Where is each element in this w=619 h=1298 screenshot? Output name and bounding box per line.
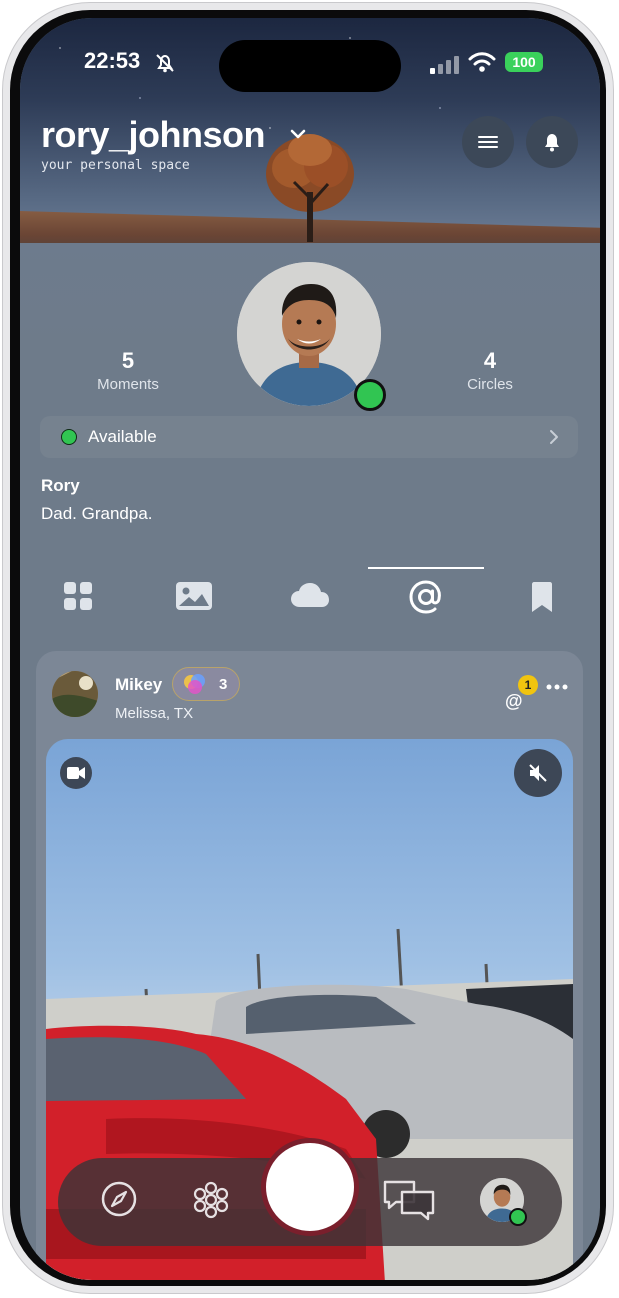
video-camera-icon	[67, 767, 85, 779]
tab-mentions[interactable]	[368, 563, 484, 623]
circles-label: Circles	[467, 376, 513, 393]
availability-label: Available	[88, 427, 157, 446]
circle-count: 3	[219, 676, 228, 693]
profile-tagline: your personal space	[41, 158, 190, 173]
mute-button[interactable]	[514, 749, 562, 797]
notifications-button[interactable]	[526, 116, 578, 168]
tab-grid[interactable]	[20, 563, 136, 623]
circles-stat[interactable]: 4 Circles	[430, 348, 550, 393]
capture-button-inner	[273, 1150, 347, 1224]
availability-dot	[61, 429, 77, 445]
circle-pill[interactable]: 3	[172, 667, 240, 701]
wifi-icon	[468, 52, 496, 72]
circles-icon	[184, 674, 205, 694]
tab-cloud[interactable]	[252, 563, 368, 623]
silent-mode-icon	[156, 54, 174, 73]
tab-saved[interactable]	[484, 563, 600, 623]
chat-icon[interactable]	[382, 1178, 436, 1222]
profile-tabs	[20, 563, 600, 623]
compass-icon[interactable]	[100, 1180, 138, 1218]
screen: 22:53 100 rory_johnson your personal spa…	[20, 18, 600, 1280]
moments-label: Moments	[97, 376, 159, 393]
moments-stat[interactable]: 5 Moments	[68, 348, 188, 393]
mention-badge: 1	[518, 675, 538, 695]
hamburger-icon	[478, 136, 498, 148]
bell-icon	[545, 134, 559, 152]
profile-name: Rory	[41, 476, 80, 495]
cellular-signal-icon	[430, 56, 459, 74]
capture-button[interactable]	[261, 1138, 359, 1236]
post-author-avatar[interactable]	[52, 671, 98, 717]
at-sign-icon	[409, 580, 441, 614]
chevron-right-icon	[550, 430, 558, 444]
nav-online-dot	[509, 1208, 527, 1226]
cloud-icon	[291, 583, 329, 607]
mention-icon[interactable]: @	[505, 691, 523, 712]
chevron-down-icon[interactable]	[290, 128, 306, 140]
status-time: 22:53	[84, 48, 141, 73]
online-status-dot	[354, 379, 386, 411]
grid-icon	[64, 582, 92, 610]
tab-photos[interactable]	[136, 563, 252, 623]
battery-indicator: 100	[505, 52, 543, 72]
tree-image	[266, 134, 354, 242]
speaker-muted-icon	[529, 764, 547, 782]
moments-count: 5	[121, 348, 135, 373]
availability-row[interactable]: Available	[40, 416, 578, 458]
dynamic-island	[219, 40, 401, 92]
menu-button[interactable]	[462, 116, 514, 168]
circles-count: 4	[483, 348, 497, 373]
post-location: Melissa, TX	[115, 705, 194, 722]
more-options-icon[interactable]	[546, 683, 568, 691]
circles-nav-icon[interactable]	[191, 1180, 231, 1220]
video-indicator	[60, 757, 92, 789]
image-icon	[176, 582, 212, 610]
profile-bio: Dad. Grandpa.	[41, 504, 153, 523]
username-title[interactable]: rory_johnson	[41, 114, 266, 156]
post-author-name[interactable]: Mikey	[115, 675, 162, 695]
bookmark-icon	[532, 582, 552, 612]
